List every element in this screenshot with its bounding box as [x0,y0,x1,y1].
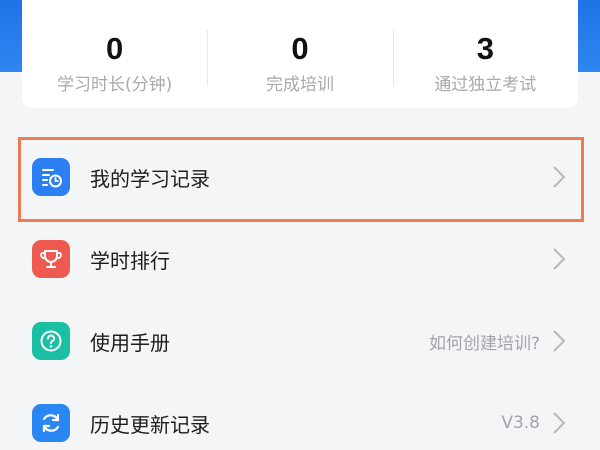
chevron-right-icon [553,166,566,188]
refresh-icon [32,404,70,442]
stat-value: 3 [476,31,494,66]
chevron-right-icon [553,412,566,434]
stats-card: 0 学习时长(分钟) 0 完成培训 3 通过独立考试 [22,0,578,108]
menu-item-study-record[interactable]: 我的学习记录 [0,136,600,218]
chevron-right-icon [553,330,566,352]
stat-label: 通过独立考试 [434,75,537,95]
stat-label: 完成培训 [265,75,334,95]
profile-page: 0 学习时长(分钟) 0 完成培训 3 通过独立考试 我的学习记录 学时排行 使… [0,0,600,450]
chevron-right-icon [553,248,566,270]
menu-item-hint: 如何创建培训? [428,333,540,354]
stat-value: 0 [106,31,124,66]
menu-item-hours-ranking[interactable]: 学时排行 [0,218,600,300]
menu-item-label: 使用手册 [90,330,170,355]
menu-item-label: 我的学习记录 [90,166,210,191]
menu-item-user-manual[interactable]: 使用手册 如何创建培训? [0,300,600,382]
menu-item-update-history[interactable]: 历史更新记录 V3.8 [0,382,600,450]
stat-value: 0 [291,31,309,66]
menu-item-label: 学时排行 [90,248,170,273]
trophy-icon [32,240,70,278]
stat-label: 学习时长(分钟) [57,75,173,95]
stat-completed-training[interactable]: 0 完成培训 [207,0,392,108]
menu-item-label: 历史更新记录 [90,412,210,437]
help-icon [32,322,70,360]
study-record-icon [32,158,70,196]
menu-item-version: V3.8 [501,413,540,433]
menu-list: 我的学习记录 学时排行 使用手册 如何创建培训? 历史更新记录 V3.8 [0,136,600,450]
stat-study-minutes[interactable]: 0 学习时长(分钟) [22,0,207,108]
stat-passed-exams[interactable]: 3 通过独立考试 [392,0,578,108]
